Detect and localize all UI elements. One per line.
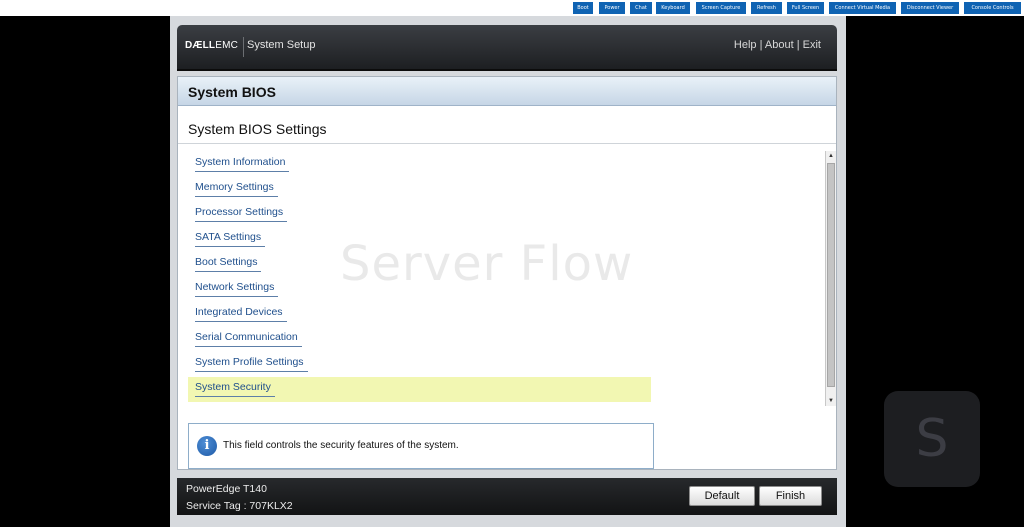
menu-item-label[interactable]: Network Settings bbox=[195, 281, 279, 297]
menu-item-system-profile-settings[interactable]: System Profile Settings bbox=[188, 352, 651, 377]
s-badge-icon: S bbox=[884, 391, 980, 487]
scroll-up-icon[interactable]: ▲ bbox=[827, 152, 835, 160]
menu-item-processor-settings[interactable]: Processor Settings bbox=[188, 202, 651, 227]
setup-footer: PowerEdge T140 Service Tag : 707KLX2 Def… bbox=[177, 478, 837, 515]
help-link[interactable]: Help bbox=[734, 39, 757, 51]
screen-capture-button[interactable]: Screen Capture bbox=[696, 2, 746, 14]
logo-emc: EMC bbox=[215, 40, 239, 51]
section-divider bbox=[178, 143, 836, 144]
dell-emc-logo: DÆLLEMC bbox=[185, 40, 238, 51]
watermark-text: Server Flow bbox=[340, 236, 634, 292]
menu-item-label[interactable]: Serial Communication bbox=[195, 331, 302, 347]
exit-link[interactable]: Exit bbox=[803, 39, 821, 51]
header-divider bbox=[243, 37, 244, 57]
help-text: This field controls the security feature… bbox=[223, 440, 459, 451]
menu-item-label[interactable]: System Information bbox=[195, 156, 290, 172]
scrollbar-thumb[interactable] bbox=[827, 163, 835, 387]
link-separator: | bbox=[793, 39, 803, 51]
header-title: System Setup bbox=[247, 39, 316, 51]
info-icon: i bbox=[197, 436, 217, 456]
about-link[interactable]: About bbox=[765, 39, 794, 51]
keyboard-button[interactable]: Keyboard bbox=[656, 2, 690, 14]
refresh-button[interactable]: Refresh bbox=[751, 2, 782, 14]
power-button[interactable]: Power bbox=[599, 2, 625, 14]
page-title-band: System BIOS bbox=[178, 77, 836, 106]
help-message-box: i This field controls the security featu… bbox=[188, 423, 654, 469]
menu-item-memory-settings[interactable]: Memory Settings bbox=[188, 177, 651, 202]
menu-item-label[interactable]: System Profile Settings bbox=[195, 356, 308, 372]
header-links: Help | About | Exit bbox=[734, 39, 821, 51]
scroll-down-icon[interactable]: ▼ bbox=[827, 397, 835, 405]
link-separator: | bbox=[756, 39, 765, 51]
menu-item-label[interactable]: Integrated Devices bbox=[195, 306, 287, 322]
menu-item-system-security[interactable]: System Security bbox=[188, 377, 651, 402]
boot-button[interactable]: Boot bbox=[573, 2, 593, 14]
chat-button[interactable]: Chat bbox=[630, 2, 652, 14]
remote-console-toolbar: Boot Power Chat Keyboard Screen Capture … bbox=[0, 0, 1024, 16]
menu-item-system-information[interactable]: System Information bbox=[188, 152, 651, 177]
disconnect-viewer-button[interactable]: Disconnect Viewer bbox=[901, 2, 959, 14]
default-button[interactable]: Default bbox=[689, 486, 755, 506]
page-title: System BIOS bbox=[188, 84, 276, 100]
full-screen-button[interactable]: Full Screen bbox=[787, 2, 824, 14]
menu-item-integrated-devices[interactable]: Integrated Devices bbox=[188, 302, 651, 327]
section-title: System BIOS Settings bbox=[188, 121, 327, 137]
console-controls-button[interactable]: Console Controls bbox=[964, 2, 1021, 14]
menu-item-label[interactable]: Processor Settings bbox=[195, 206, 288, 222]
logo-dell: DÆLL bbox=[185, 40, 216, 51]
setup-header: DÆLLEMC System Setup Help | About | Exit bbox=[177, 25, 837, 71]
system-model: PowerEdge T140 bbox=[186, 483, 267, 495]
menu-item-serial-communication[interactable]: Serial Communication bbox=[188, 327, 651, 352]
menu-item-label[interactable]: System Security bbox=[195, 381, 275, 397]
menu-scrollbar[interactable]: ▲ ▼ bbox=[825, 151, 836, 406]
menu-item-label[interactable]: SATA Settings bbox=[195, 231, 266, 247]
finish-button[interactable]: Finish bbox=[759, 486, 822, 506]
menu-item-label[interactable]: Memory Settings bbox=[195, 181, 278, 197]
menu-item-label[interactable]: Boot Settings bbox=[195, 256, 262, 272]
service-tag: Service Tag : 707KLX2 bbox=[186, 500, 293, 512]
connect-virtual-media-button[interactable]: Connect Virtual Media bbox=[829, 2, 896, 14]
